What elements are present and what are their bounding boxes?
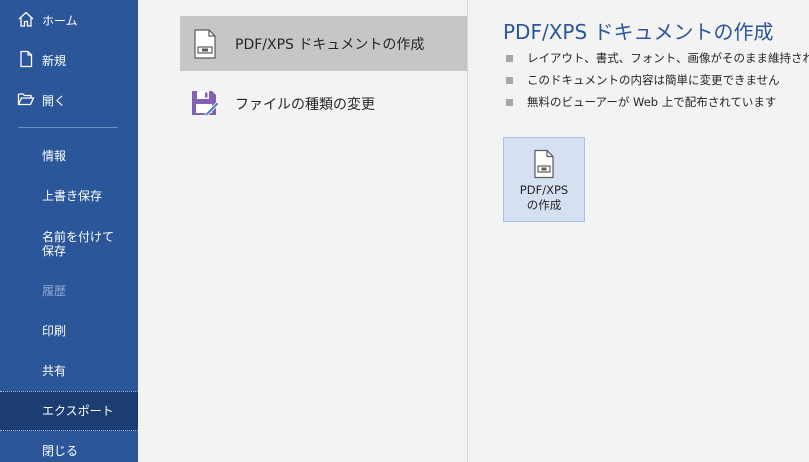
sidebar-item-open[interactable]: 開く bbox=[0, 80, 138, 120]
sidebar-item-save-as[interactable]: 名前を付けて保存 bbox=[0, 222, 138, 266]
open-folder-icon bbox=[17, 93, 35, 106]
create-button-label-line1: PDF/XPS bbox=[519, 183, 569, 197]
pdf-document-icon bbox=[194, 29, 216, 59]
sidebar-item-save[interactable]: 上書き保存 bbox=[0, 176, 138, 216]
export-option-change-file-type[interactable]: ファイルの種類の変更 bbox=[180, 76, 467, 131]
detail-bullet-text: 無料のビューアーが Web 上で配布されています bbox=[527, 95, 777, 109]
sidebar-item-share[interactable]: 共有 bbox=[0, 351, 138, 391]
detail-bullet: レイアウト、書式、フォント、画像がそのまま維持されます bbox=[506, 47, 809, 69]
home-icon bbox=[18, 11, 34, 27]
sidebar-item-label: 閉じる bbox=[42, 444, 79, 458]
sidebar-item-label: 開く bbox=[42, 93, 67, 108]
sidebar-item-label: 情報 bbox=[42, 149, 67, 163]
pdf-document-icon bbox=[534, 149, 554, 179]
detail-bullet: 無料のビューアーが Web 上で配布されています bbox=[506, 91, 809, 113]
sidebar-item-close[interactable]: 閉じる bbox=[0, 431, 138, 462]
new-document-icon bbox=[20, 50, 33, 68]
sidebar-divider bbox=[18, 127, 118, 128]
export-detail-panel: PDF/XPS ドキュメントの作成 レイアウト、書式、フォント、画像がそのまま維… bbox=[468, 0, 809, 462]
create-pdf-xps-button[interactable]: PDF/XPS の作成 bbox=[503, 137, 585, 222]
detail-bullet: このドキュメントの内容は簡単に変更できません bbox=[506, 69, 809, 91]
bullet-square-icon bbox=[506, 76, 513, 84]
sidebar-item-label: 印刷 bbox=[42, 324, 67, 338]
create-button-label-line2: の作成 bbox=[526, 198, 562, 212]
detail-bullet-list: レイアウト、書式、フォント、画像がそのまま維持されます このドキュメントの内容は… bbox=[506, 47, 809, 113]
bullet-square-icon bbox=[506, 54, 513, 62]
sidebar-item-label: 上書き保存 bbox=[42, 189, 103, 203]
export-option-label: ファイルの種類の変更 bbox=[235, 96, 375, 113]
sidebar-item-info[interactable]: 情報 bbox=[0, 136, 138, 176]
sidebar-item-history: 履歴 bbox=[0, 271, 138, 311]
export-option-create-pdf-xps[interactable]: PDF/XPS ドキュメントの作成 bbox=[180, 16, 467, 71]
sidebar-item-label: 名前を付けて保存 bbox=[42, 230, 115, 258]
export-option-label: PDF/XPS ドキュメントの作成 bbox=[235, 36, 425, 53]
sidebar-item-label: 共有 bbox=[42, 364, 67, 378]
sidebar-item-label: エクスポート bbox=[42, 404, 114, 418]
sidebar-item-label: 履歴 bbox=[42, 284, 67, 298]
sidebar-item-export[interactable]: エクスポート bbox=[0, 391, 138, 431]
detail-title: PDF/XPS ドキュメントの作成 bbox=[503, 20, 774, 44]
export-options-panel: PDF/XPS ドキュメントの作成 ファイルの種類の変更 bbox=[138, 0, 468, 462]
sidebar-item-label: 新規 bbox=[42, 53, 67, 68]
sidebar-item-print[interactable]: 印刷 bbox=[0, 311, 138, 351]
sidebar-item-home[interactable]: ホーム bbox=[0, 0, 138, 40]
bullet-square-icon bbox=[506, 98, 513, 106]
change-file-type-icon bbox=[192, 91, 220, 118]
sidebar-item-new[interactable]: 新規 bbox=[0, 40, 138, 80]
detail-bullet-text: レイアウト、書式、フォント、画像がそのまま維持されます bbox=[527, 51, 809, 65]
sidebar-item-label: ホーム bbox=[42, 13, 78, 28]
create-button-label: PDF/XPS の作成 bbox=[520, 183, 568, 213]
detail-bullet-text: このドキュメントの内容は簡単に変更できません bbox=[527, 73, 780, 87]
backstage-sidebar: ホーム 新規 開く 情報 上書き保存 名前を付けて保存 履歴 印刷 共有 エクス… bbox=[0, 0, 138, 462]
